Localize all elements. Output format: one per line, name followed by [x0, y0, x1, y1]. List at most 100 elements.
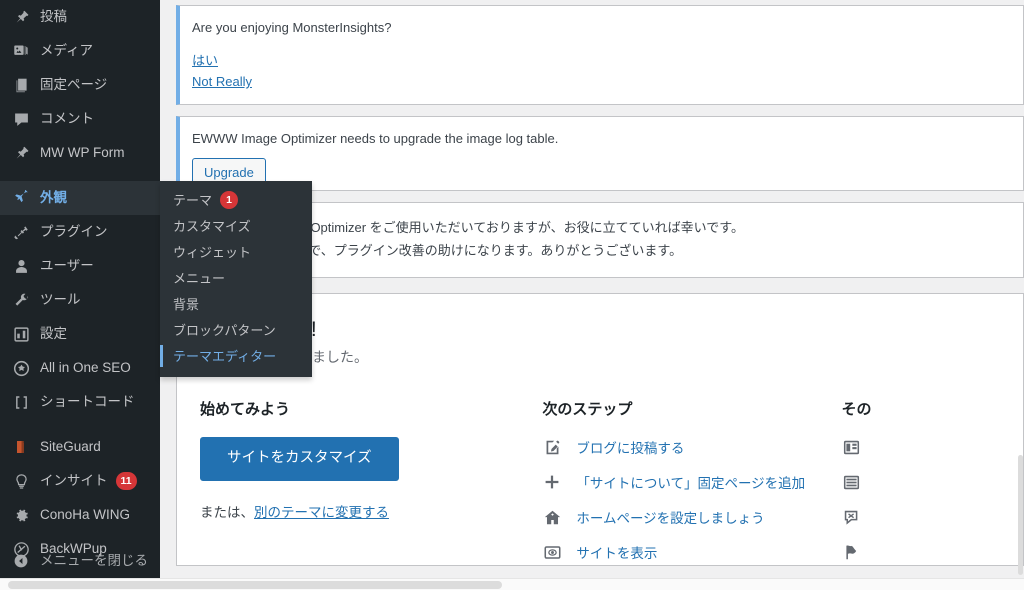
- insights-icon: [10, 471, 32, 491]
- sidebar-item-comments[interactable]: コメント: [0, 102, 160, 136]
- sidebar-item-plugins[interactable]: プラグイン: [0, 215, 160, 249]
- home-icon: [542, 507, 562, 527]
- notice-review-line1: の間 EWWW Image Optimizer をご使用いただいておりますが、お…: [192, 220, 744, 235]
- horizontal-scrollbar-thumb[interactable]: [8, 581, 502, 589]
- sidebar-item-label: SiteGuard: [40, 439, 101, 455]
- sidebar-item-label: ユーザー: [40, 258, 94, 274]
- sidebar-item-label: メディア: [40, 43, 94, 59]
- submenu-item-label: テーマ: [173, 192, 213, 208]
- sidebar-item-label: ショートコード: [40, 394, 135, 410]
- sidebar-item-label: インサイト: [40, 473, 108, 489]
- step-label: サイトを表示: [576, 546, 658, 562]
- sidebar-item-users[interactable]: ユーザー: [0, 249, 160, 283]
- sidebar-item-tools[interactable]: ツール: [0, 283, 160, 317]
- column-title: 始めてみよう: [200, 401, 291, 419]
- admin-screen: Are you enjoying MonsterInsights? はい Not…: [0, 0, 1024, 590]
- link-not-really[interactable]: Not Really: [192, 72, 252, 92]
- plugin-icon: [10, 222, 32, 242]
- menus-icon: [841, 472, 861, 492]
- sidebar-item-insights[interactable]: インサイト 11: [0, 464, 160, 498]
- submenu-item-background[interactable]: 背景: [160, 291, 312, 317]
- more-action-menus[interactable]: [841, 472, 983, 492]
- sidebar-item-label: All in One SEO: [40, 360, 131, 376]
- insights-badge: 11: [115, 472, 137, 490]
- more-action-comments-off[interactable]: [841, 507, 983, 527]
- welcome-column-get-started: 始めてみよう サイトをカスタマイズ または、別のテーマに変更する: [200, 398, 542, 565]
- column-title: その: [841, 401, 872, 419]
- sidebar-item-label: ツール: [40, 292, 81, 308]
- appearance-icon: [10, 188, 32, 208]
- welcome-heading: へようこそ !: [200, 318, 317, 341]
- submenu-item-block-patterns[interactable]: ブロックパターン: [160, 317, 312, 343]
- sidebar-item-shortcode[interactable]: ショートコード: [0, 385, 160, 419]
- settings-icon: [10, 324, 32, 344]
- change-theme-line: または、別のテーマに変更する: [200, 501, 522, 521]
- vertical-scrollbar-thumb[interactable]: [1018, 455, 1023, 575]
- notice-text: Are you enjoying MonsterInsights?: [192, 20, 392, 35]
- notice-review-line2: 価していただくことで、プラグイン改善の助けになります。ありがとうございます。: [192, 242, 683, 258]
- user-icon: [10, 256, 32, 276]
- pin-icon: [10, 143, 32, 163]
- view-site-icon: [542, 542, 562, 562]
- collapse-menu-button[interactable]: メニューを閉じる: [0, 544, 160, 578]
- sidebar-item-media[interactable]: メディア: [0, 34, 160, 68]
- next-step-add-about-page[interactable]: 「サイトについて」固定ページを追加: [542, 472, 821, 492]
- welcome-columns: 始めてみよう サイトをカスタマイズ または、別のテーマに変更する 次のステップ: [200, 398, 1003, 565]
- submenu-item-customize[interactable]: カスタマイズ: [160, 213, 312, 239]
- column-title: 次のステップ: [542, 401, 633, 419]
- pages-icon: [10, 75, 32, 95]
- change-theme-link[interactable]: 別のテーマに変更する: [254, 505, 389, 520]
- vertical-scrollbar[interactable]: [1018, 0, 1024, 578]
- plus-icon: [542, 472, 562, 492]
- notice-ewww-upgrade: EWWW Image Optimizer needs to upgrade th…: [176, 116, 1024, 191]
- collapse-menu-label: メニューを閉じる: [40, 553, 148, 569]
- welcome-column-more-actions: その: [841, 398, 1003, 565]
- submenu-item-widgets[interactable]: ウィジェット: [160, 239, 312, 265]
- next-step-view-site[interactable]: サイトを表示: [542, 542, 821, 562]
- sidebar-item-posts[interactable]: 投稿: [0, 0, 160, 34]
- horizontal-scrollbar[interactable]: [0, 578, 1024, 590]
- sidebar-item-label: ConoHa WING: [40, 507, 131, 523]
- step-label: ホームページを設定しましょう: [576, 511, 765, 527]
- more-action-first-steps[interactable]: [841, 542, 983, 562]
- step-label: ブログに投稿する: [576, 441, 685, 457]
- flag-icon: [841, 542, 861, 562]
- sidebar-item-mw-wp-form[interactable]: MW WP Form: [0, 136, 160, 170]
- submenu-item-label: ブロックパターン: [173, 322, 276, 338]
- next-step-write-post[interactable]: ブログに投稿する: [542, 437, 821, 457]
- sidebar-item-all-in-one-seo[interactable]: All in One SEO: [0, 351, 160, 385]
- sidebar-item-label: 固定ページ: [40, 77, 108, 93]
- tools-icon: [10, 290, 32, 310]
- sidebar-item-pages[interactable]: 固定ページ: [0, 68, 160, 102]
- sidebar-item-appearance[interactable]: 外観: [0, 181, 168, 215]
- sidebar-item-siteguard[interactable]: SiteGuard: [0, 430, 160, 464]
- notice-text: EWWW Image Optimizer needs to upgrade th…: [192, 131, 559, 146]
- submenu-item-label: ウィジェット: [173, 244, 252, 260]
- submenu-item-label: メニュー: [173, 270, 226, 286]
- sidebar-item-label: プラグイン: [40, 224, 108, 240]
- sidebar-item-label: 設定: [40, 326, 67, 342]
- submenu-item-label: テーマエディター: [173, 348, 277, 364]
- gear-icon: [10, 505, 32, 525]
- sidebar-item-settings[interactable]: 設定: [0, 317, 160, 351]
- submenu-item-theme-editor[interactable]: テーマエディター: [160, 343, 312, 369]
- customize-site-button[interactable]: サイトをカスタマイズ: [200, 437, 399, 481]
- link-yes[interactable]: はい: [192, 51, 218, 71]
- media-icon: [10, 41, 32, 61]
- pin-icon: [10, 7, 32, 27]
- widgets-icon: [841, 437, 861, 457]
- more-action-widgets[interactable]: [841, 437, 983, 457]
- sidebar-separator: [0, 419, 160, 430]
- appearance-submenu: テーマ 1 カスタマイズ ウィジェット メニュー 背景 ブロックパターン テーマ…: [160, 181, 312, 377]
- submenu-item-themes[interactable]: テーマ 1: [160, 187, 312, 213]
- next-step-setup-homepage[interactable]: ホームページを設定しましょう: [542, 507, 821, 527]
- siteguard-icon: [10, 437, 32, 457]
- step-label: 「サイトについて」固定ページを追加: [576, 476, 806, 492]
- themes-badge: 1: [220, 191, 239, 209]
- comments-off-icon: [841, 507, 861, 527]
- submenu-item-menus[interactable]: メニュー: [160, 265, 312, 291]
- welcome-subtext: 別なリンクを集めました。: [200, 347, 1003, 368]
- write-post-icon: [542, 437, 562, 457]
- sidebar-item-conoha-wing[interactable]: ConoHa WING: [0, 498, 160, 532]
- submenu-item-label: 背景: [173, 296, 200, 312]
